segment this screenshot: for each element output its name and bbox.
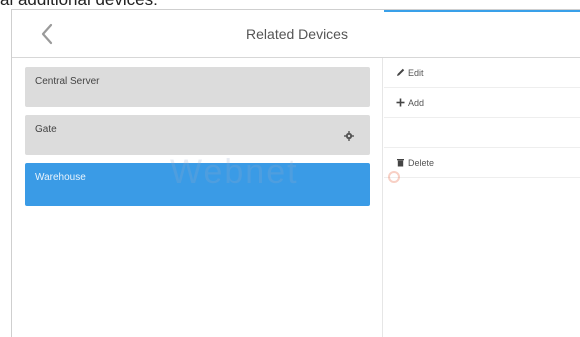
delete-button[interactable]: Delete <box>384 148 580 178</box>
add-label: Add <box>408 98 425 108</box>
device-row-central-server[interactable]: Central Server <box>25 67 370 107</box>
device-row-gate[interactable]: Gate <box>25 115 370 155</box>
edit-label: Edit <box>408 68 424 78</box>
device-label: Central Server <box>35 76 100 87</box>
menu-spacer <box>384 118 580 148</box>
pencil-icon <box>397 68 405 76</box>
device-list: Central Server Gate Warehouse <box>25 67 370 214</box>
device-label: Gate <box>35 124 57 135</box>
page-caption: al additional devices: <box>0 0 158 9</box>
title-accent-line <box>384 10 580 12</box>
trash-icon <box>397 159 404 167</box>
page-title: Related Devices <box>246 26 348 42</box>
plus-icon <box>396 98 405 107</box>
add-button[interactable]: Add <box>384 88 580 118</box>
panel-divider <box>382 58 383 337</box>
device-label: Warehouse <box>35 172 86 183</box>
title-bar: Related Devices <box>12 10 580 58</box>
device-row-warehouse[interactable]: Warehouse <box>25 163 370 206</box>
action-menu: Edit Add Delete <box>384 58 580 178</box>
gear-icon[interactable] <box>344 131 354 141</box>
related-devices-window: Related Devices Central Server Gate Ware… <box>11 9 580 337</box>
delete-label: Delete <box>408 158 435 168</box>
edit-button[interactable]: Edit <box>384 58 580 88</box>
